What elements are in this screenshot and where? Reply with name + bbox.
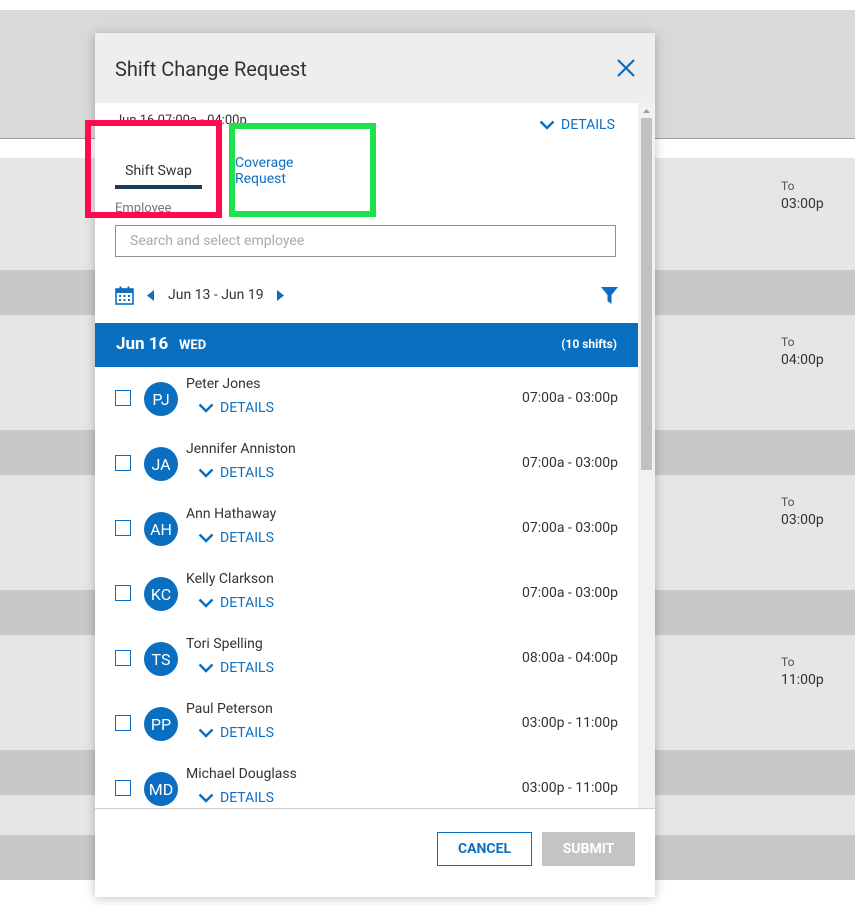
active-tab-indicator <box>115 185 202 189</box>
shift-change-modal: Shift Change Request Jun 16 07:00a - 04:… <box>95 33 655 897</box>
shift-checkbox[interactable] <box>115 455 131 471</box>
details-label: DETAILS <box>220 530 274 546</box>
shift-time: 03:00p - 11:00p <box>521 715 618 731</box>
chevron-down-icon <box>198 533 214 543</box>
calendar-icon[interactable] <box>115 286 134 305</box>
shift-time: 07:00a - 03:00p <box>521 390 618 406</box>
avatar: TS <box>144 642 178 676</box>
shift-details-toggle[interactable]: DETAILS <box>198 465 274 481</box>
employee-name: Tori Spelling <box>186 636 263 652</box>
scroll-up-icon[interactable] <box>641 106 652 116</box>
shift-time: 07:00a - 03:00p <box>521 455 618 471</box>
details-label: DETAILS <box>220 400 274 416</box>
close-icon[interactable] <box>615 57 637 79</box>
modal-header: Shift Change Request <box>95 33 655 103</box>
day-group-header: Jun 16 WED (10 shifts) <box>95 323 638 367</box>
shift-checkbox[interactable] <box>115 390 131 406</box>
shift-checkbox[interactable] <box>115 780 131 796</box>
shift-time: 07:00a - 03:00p <box>521 520 618 536</box>
shift-count: (10 shifts) <box>561 337 617 351</box>
date-range-label: Jun 13 - Jun 19 <box>168 287 264 303</box>
details-label: DETAILS <box>220 790 274 806</box>
shift-checkbox[interactable] <box>115 585 131 601</box>
details-label: DETAILS <box>220 725 274 741</box>
scrollbar-thumb[interactable] <box>641 118 652 470</box>
previous-week-icon[interactable] <box>147 290 155 301</box>
modal-title: Shift Change Request <box>115 57 307 81</box>
shift-details-toggle[interactable]: DETAILS <box>198 790 274 806</box>
chevron-down-icon <box>198 468 214 478</box>
selected-shift-details-toggle[interactable]: DETAILS <box>539 117 615 133</box>
shift-row: JA Jennifer Anniston DETAILS 07:00a - 03… <box>95 432 638 498</box>
background-end-time: To 11:00p <box>781 655 824 688</box>
cancel-button[interactable]: CANCEL <box>437 832 532 866</box>
employee-name: Ann Hathaway <box>186 506 277 522</box>
employee-name: Peter Jones <box>186 376 261 392</box>
filter-icon[interactable] <box>601 287 618 304</box>
details-label: DETAILS <box>220 595 274 611</box>
tab-coverage-request[interactable]: Coverage Request <box>235 148 347 194</box>
chevron-down-icon <box>198 663 214 673</box>
background-end-time: To 03:00p <box>781 179 824 212</box>
shift-details-toggle[interactable]: DETAILS <box>198 660 274 676</box>
shift-time: 07:00a - 03:00p <box>521 585 618 601</box>
date-range-bar: Jun 13 - Jun 19 <box>115 285 618 309</box>
details-label: DETAILS <box>220 465 274 481</box>
shift-checkbox[interactable] <box>115 650 131 666</box>
shift-row: AH Ann Hathaway DETAILS 07:00a - 03:00p <box>95 497 638 563</box>
selected-shift-summary: Jun 16 07:00a - 04:00p <box>115 113 247 128</box>
employee-name: Jennifer Anniston <box>186 441 296 457</box>
employee-label: Employee <box>115 201 172 216</box>
avatar: PJ <box>144 382 178 416</box>
avatar: JA <box>144 447 178 481</box>
submit-button[interactable]: SUBMIT <box>542 832 635 866</box>
shift-time: 08:00a - 04:00p <box>521 650 618 666</box>
chevron-down-icon <box>198 728 214 738</box>
background-end-time: To 04:00p <box>781 335 824 368</box>
shift-details-toggle[interactable]: DETAILS <box>198 725 274 741</box>
shift-checkbox[interactable] <box>115 520 131 536</box>
shift-checkbox[interactable] <box>115 715 131 731</box>
shift-row: PP Paul Peterson DETAILS 03:00p - 11:00p <box>95 692 638 758</box>
employee-search-input[interactable] <box>115 225 616 257</box>
chevron-down-icon <box>198 598 214 608</box>
shift-details-toggle[interactable]: DETAILS <box>198 530 274 546</box>
chevron-down-icon <box>198 793 214 803</box>
employee-name: Michael Douglass <box>186 766 297 782</box>
chevron-down-icon <box>198 403 214 413</box>
background-end-time: To 03:00p <box>781 495 824 528</box>
details-label: DETAILS <box>220 660 274 676</box>
employee-name: Kelly Clarkson <box>186 571 274 587</box>
avatar: MD <box>144 772 178 806</box>
day-weekday: WED <box>179 338 207 353</box>
shift-details-toggle[interactable]: DETAILS <box>198 400 274 416</box>
shift-row: KC Kelly Clarkson DETAILS 07:00a - 03:00… <box>95 562 638 628</box>
chevron-down-icon <box>539 120 555 130</box>
next-week-icon[interactable] <box>276 290 284 301</box>
details-label: DETAILS <box>561 117 615 133</box>
day-date: Jun 16 <box>116 334 169 354</box>
modal-scroll-area[interactable]: Jun 16 07:00a - 04:00p DETAILS Shift Swa… <box>95 103 655 839</box>
request-type-tabs: Shift Swap Coverage Request <box>95 148 638 198</box>
avatar: KC <box>144 577 178 611</box>
shift-row: TS Tori Spelling DETAILS 08:00a - 04:00p <box>95 627 638 693</box>
avatar: AH <box>144 512 178 546</box>
shift-row: PJ Peter Jones DETAILS 07:00a - 03:00p <box>95 367 638 433</box>
shift-time: 03:00p - 11:00p <box>521 780 618 796</box>
avatar: PP <box>144 707 178 741</box>
modal-footer: CANCEL SUBMIT <box>95 808 655 897</box>
shift-details-toggle[interactable]: DETAILS <box>198 595 274 611</box>
employee-name: Paul Peterson <box>186 701 273 717</box>
